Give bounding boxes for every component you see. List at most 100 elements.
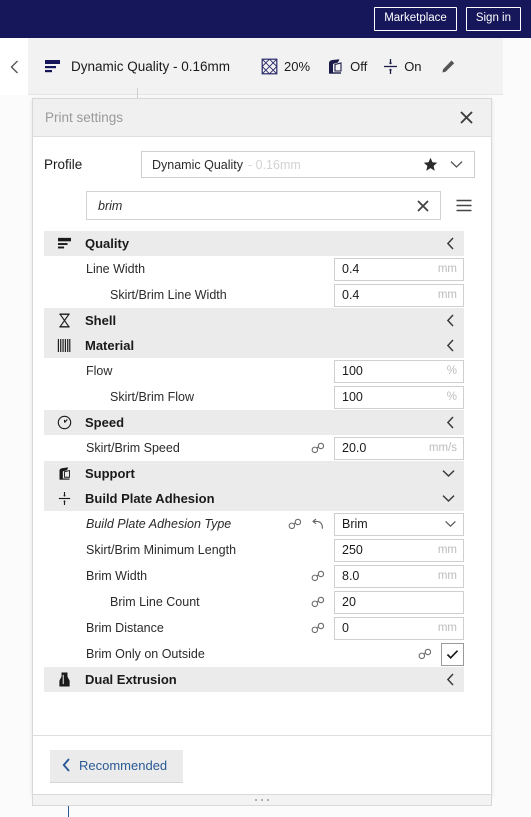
setting-skirt-brim-flow: Skirt/Brim Flow 100% [86, 384, 464, 410]
category-label: Shell [85, 313, 117, 328]
setting-input[interactable]: 20.0 mm/s [334, 436, 464, 460]
setting-value: 100 [342, 364, 363, 378]
category-toggle-arrow[interactable] [442, 494, 455, 503]
chevron-left-icon [62, 758, 70, 772]
setting-label: Skirt/Brim Flow [110, 390, 195, 404]
adhesion-icon [58, 492, 70, 505]
setting-value: 8.0 [342, 569, 360, 583]
chevron-left-icon [446, 314, 454, 327]
profile-row: Profile Dynamic Quality - 0.16mm [33, 137, 491, 178]
category-material[interactable]: Material [44, 333, 464, 358]
setting-label: Flow [86, 364, 113, 378]
setting-value: 0 [342, 621, 349, 635]
category-quality[interactable]: Quality [44, 231, 464, 256]
chevron-down-icon[interactable] [444, 520, 457, 528]
toolbar-item-adhesion-value: On [404, 58, 422, 74]
setting-input[interactable]: 0.4 mm [334, 283, 464, 307]
settings-list[interactable]: Quality Line Width 0.4 mm Skirt/Brim Line Wi… [33, 231, 491, 735]
revert-icon[interactable] [311, 518, 325, 531]
setting-select[interactable]: Brim [334, 512, 464, 536]
chevron-down-icon [442, 495, 455, 503]
setting-brim-distance: Brim Distance 0 mm [86, 615, 464, 641]
search-input[interactable] [98, 198, 412, 213]
category-toggle-arrow[interactable] [446, 237, 455, 250]
link-icon [418, 648, 432, 660]
setting-label: Brim Line Count [110, 595, 200, 609]
setting-value: 0.4 [342, 262, 360, 276]
link-icon [311, 570, 325, 582]
category-shell[interactable]: Shell [44, 308, 464, 333]
category-build-plate-adhesion[interactable]: Build Plate Adhesion [44, 486, 464, 511]
setting-brim-only-on-outside: Brim Only on Outside [86, 641, 464, 667]
support-icon [329, 58, 342, 74]
print-setup-toolbar[interactable]: Dynamic Quality - 0.16mm 20% Off On [28, 38, 503, 95]
chevron-down-icon [442, 470, 455, 478]
link-icon[interactable] [311, 442, 325, 454]
setting-icons [418, 648, 441, 660]
star-icon[interactable] [418, 155, 443, 174]
print-settings-panel: Print settings Profile Dynamic Quality -… [32, 98, 492, 797]
panel-resize-grip[interactable] [32, 794, 492, 806]
setting-input[interactable]: 0 mm [334, 616, 464, 640]
dual-extrusion-icon [54, 672, 74, 687]
setting-input[interactable]: 0.4 mm [334, 257, 464, 281]
category-dual-extrusion[interactable]: Dual Extrusion [44, 667, 464, 692]
speed-icon [54, 415, 74, 430]
shell-icon [58, 313, 70, 328]
support-icon [54, 466, 74, 481]
link-icon[interactable] [418, 648, 432, 660]
category-support[interactable]: Support [44, 461, 464, 486]
setting-icons [311, 622, 334, 634]
chevron-left-icon [446, 237, 454, 250]
sign-in-button[interactable]: Sign in [465, 6, 521, 32]
toolbar-profile-name: Dynamic Quality - 0.16mm [71, 58, 231, 74]
setting-input[interactable]: 250 mm [334, 538, 464, 562]
toolbar-item-support[interactable]: Off [321, 54, 372, 79]
category-toggle-arrow[interactable] [446, 416, 455, 429]
category-label: Speed [85, 415, 125, 430]
marketplace-button[interactable]: Marketplace [374, 6, 457, 32]
support-icon [59, 467, 70, 480]
link-icon[interactable] [311, 622, 325, 634]
adhesion-icon [54, 491, 74, 506]
setting-icons [288, 518, 334, 531]
link-icon[interactable] [311, 596, 325, 608]
pencil-icon [441, 60, 454, 72]
category-toggle-arrow[interactable] [446, 673, 455, 686]
profile-selector[interactable]: Dynamic Quality - 0.16mm [141, 151, 475, 178]
category-label: Quality [85, 236, 130, 251]
category-toggle-arrow[interactable] [442, 469, 455, 478]
clear-search-icon[interactable] [412, 197, 434, 215]
setting-input[interactable]: 100% [334, 385, 464, 409]
search-settings-box[interactable] [86, 191, 441, 220]
quality-lines-icon [57, 237, 71, 249]
setting-input[interactable]: 20 [334, 590, 464, 614]
category-toggle-arrow[interactable] [446, 339, 455, 352]
setting-label: Brim Width [86, 569, 148, 583]
toolbar-profile-summary[interactable]: Dynamic Quality - 0.16mm [28, 59, 230, 74]
link-icon [311, 622, 325, 634]
setting-unit: mm [437, 622, 457, 634]
category-label: Dual Extrusion [85, 672, 177, 687]
setting-input[interactable]: 8.0 mm [334, 564, 464, 588]
link-icon[interactable] [288, 518, 302, 530]
setting-value: 20.0 [342, 441, 367, 455]
back-button[interactable] [0, 38, 28, 95]
setting-checkbox[interactable] [441, 642, 464, 666]
hamburger-menu-icon[interactable] [453, 196, 475, 215]
recommended-mode-label: Recommended [79, 757, 168, 773]
setting-unit: % [446, 391, 457, 403]
close-icon[interactable] [456, 107, 477, 128]
recommended-mode-button[interactable]: Recommended [50, 749, 184, 783]
setting-input[interactable]: 100% [334, 359, 464, 383]
category-speed[interactable]: Speed [44, 410, 464, 435]
speed-icon [57, 415, 71, 430]
edit-profile-button[interactable] [437, 55, 460, 78]
model-tail-line [68, 806, 69, 817]
link-icon[interactable] [311, 570, 325, 582]
setting-unit: mm/s [428, 442, 457, 454]
toolbar-item-adhesion[interactable]: On [378, 54, 426, 79]
category-toggle-arrow[interactable] [446, 314, 455, 327]
chevron-down-icon[interactable] [443, 158, 466, 171]
toolbar-item-infill[interactable]: 20% [256, 54, 315, 79]
